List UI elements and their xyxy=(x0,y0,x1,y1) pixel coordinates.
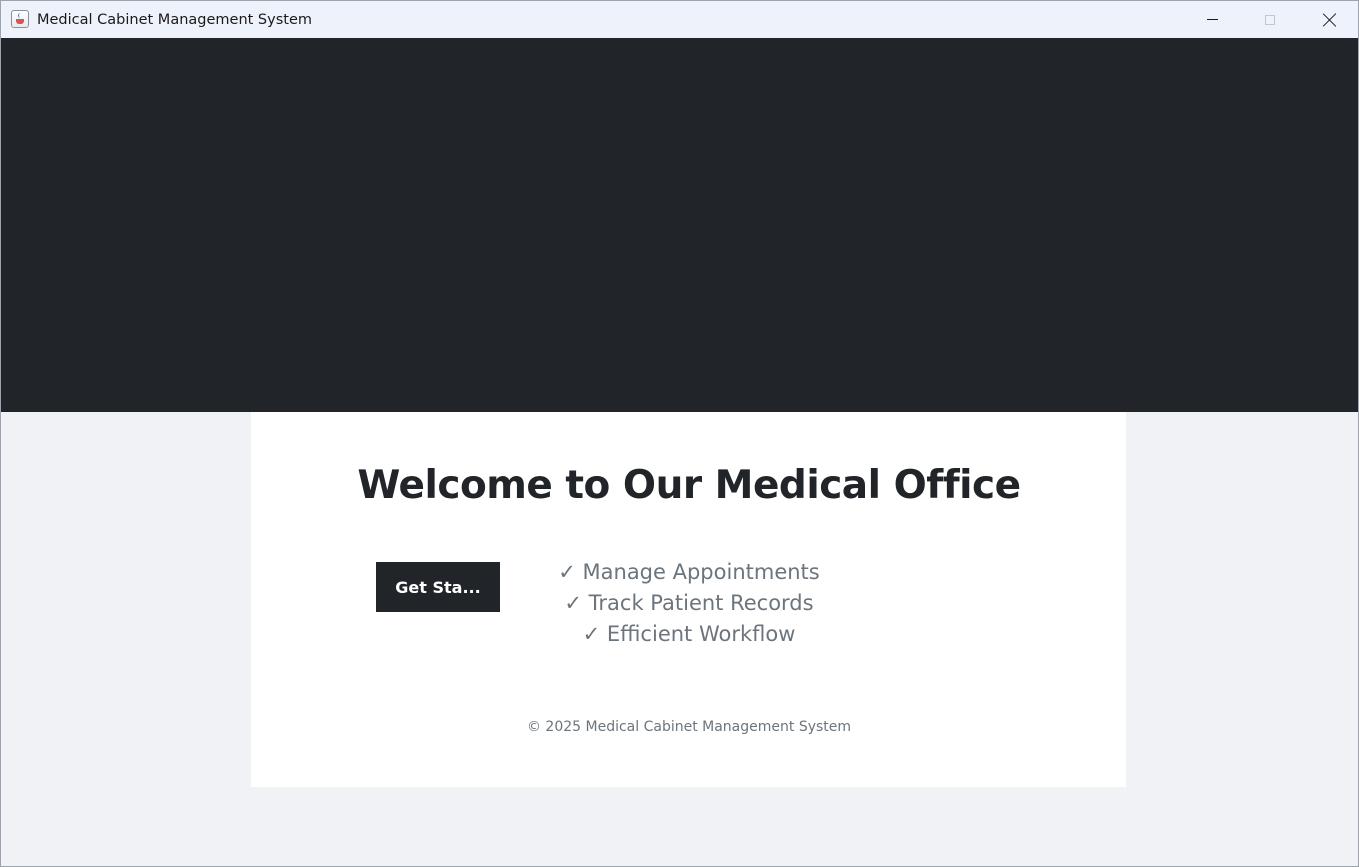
app-window: Medical Cabinet Management System Welcom… xyxy=(0,0,1359,867)
get-started-button[interactable]: Get Sta... xyxy=(376,562,500,612)
feature-item: ✓ Manage Appointments xyxy=(558,560,820,584)
feature-list: ✓ Manage Appointments ✓ Track Patient Re… xyxy=(539,557,839,650)
window-title: Medical Cabinet Management System xyxy=(37,12,313,28)
minimize-button[interactable] xyxy=(1183,1,1241,38)
close-icon xyxy=(1322,13,1336,27)
copyright-footer: © 2025 Medical Cabinet Management System xyxy=(526,719,852,735)
maximize-icon xyxy=(1265,14,1275,25)
java-cup-icon xyxy=(11,10,29,28)
feature-item: ✓ Efficient Workflow xyxy=(582,622,796,646)
close-button[interactable] xyxy=(1300,1,1358,38)
page-title: Welcome to Our Medical Office xyxy=(357,463,1021,508)
title-bar[interactable]: Medical Cabinet Management System xyxy=(1,1,1358,38)
welcome-card: Welcome to Our Medical Office Get Sta...… xyxy=(251,412,1126,787)
feature-item: ✓ Track Patient Records xyxy=(564,591,814,615)
maximize-button[interactable] xyxy=(1241,1,1299,38)
minimize-icon xyxy=(1206,19,1218,20)
hero-banner xyxy=(1,38,1358,412)
